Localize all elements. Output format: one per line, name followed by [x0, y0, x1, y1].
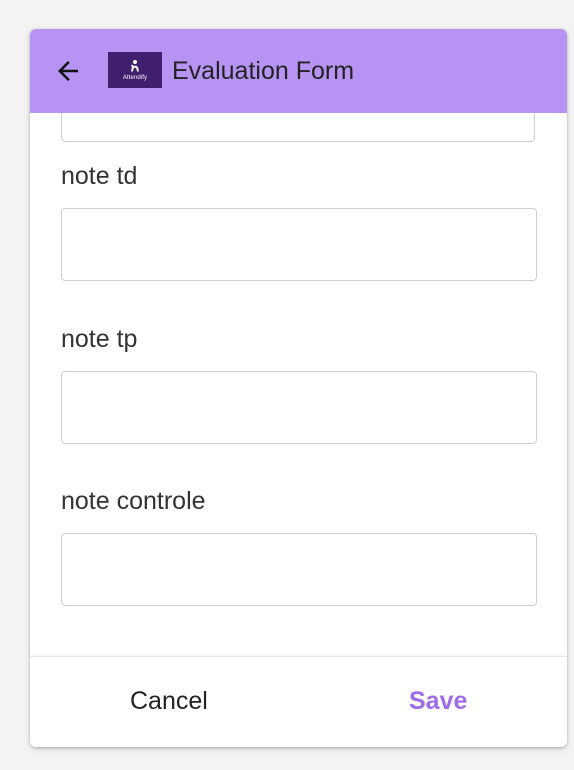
attendify-logo-mark-icon	[130, 60, 139, 72]
page-title: Evaluation Form	[172, 57, 355, 85]
save-button[interactable]: Save	[409, 679, 467, 723]
note-td-label: note td	[61, 162, 138, 190]
cancel-button[interactable]: Cancel	[130, 679, 208, 723]
logo-text: Attendify	[122, 75, 148, 81]
form-scroll-area[interactable]: note td note tp note controle	[30, 113, 567, 656]
note-tp-input[interactable]	[61, 371, 537, 444]
attendify-logo: Attendify	[108, 52, 162, 88]
evaluation-form-dialog: Attendify Evaluation Form note td note t…	[30, 29, 567, 747]
back-button[interactable]	[50, 53, 86, 89]
note-td-input[interactable]	[61, 208, 537, 281]
arrow-left-icon	[58, 61, 78, 81]
dialog-header: Attendify Evaluation Form	[30, 29, 567, 113]
note-controle-input[interactable]	[61, 533, 537, 606]
previous-field-partial[interactable]	[61, 113, 535, 142]
dialog-footer: Cancel Save	[30, 656, 567, 747]
note-controle-label: note controle	[61, 487, 206, 515]
note-tp-label: note tp	[61, 325, 138, 353]
